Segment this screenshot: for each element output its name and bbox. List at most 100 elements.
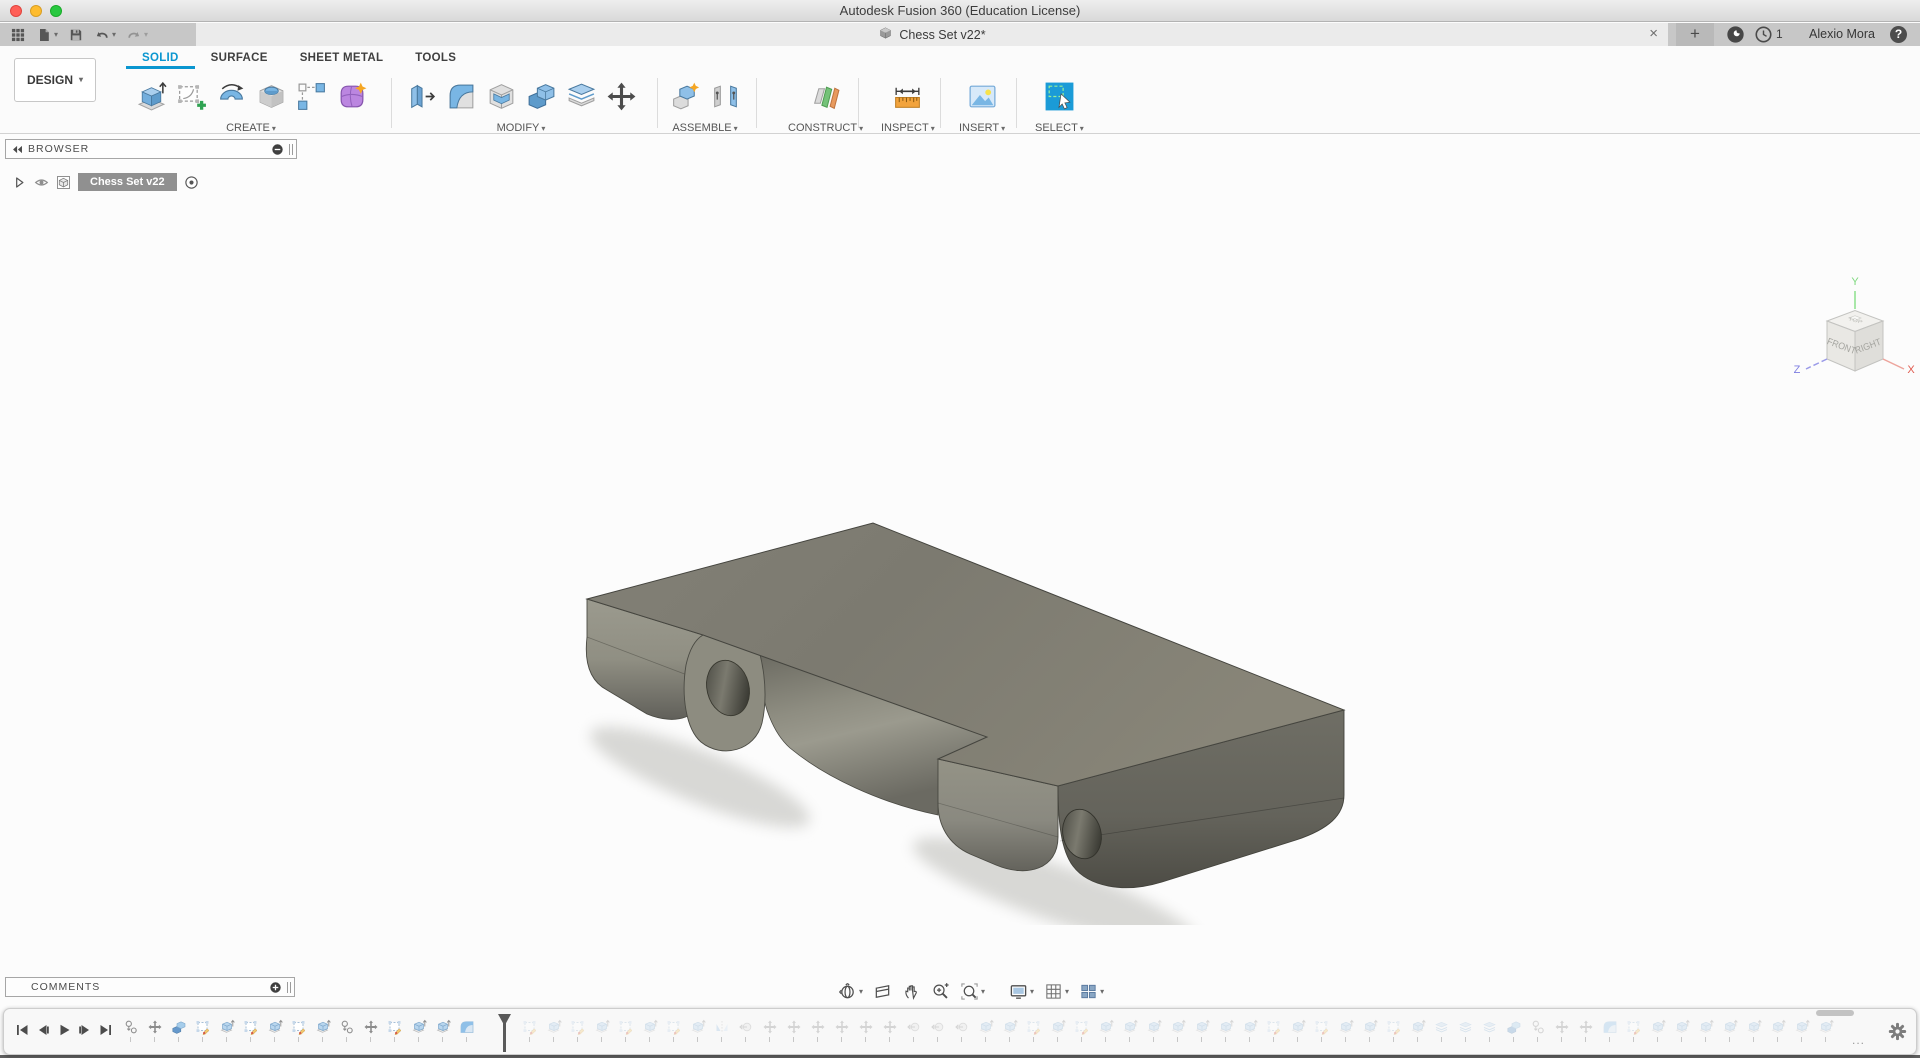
timeline-feature-joint-icon[interactable] bbox=[737, 1019, 754, 1042]
timeline-feature-fillet-icon[interactable] bbox=[458, 1019, 475, 1042]
visibility-eye-icon[interactable] bbox=[34, 175, 49, 190]
timeline-feature-extrude-icon[interactable] bbox=[1121, 1019, 1138, 1042]
browser-tree-item[interactable]: Chess Set v22 bbox=[12, 173, 199, 191]
timeline-feature-split-icon[interactable] bbox=[1433, 1019, 1450, 1042]
timeline-feature-extrude-icon[interactable] bbox=[1097, 1019, 1114, 1042]
skip-start-button[interactable] bbox=[14, 1022, 30, 1043]
construct-plane-button[interactable] bbox=[808, 76, 844, 116]
timeline-feature-extrude-icon[interactable] bbox=[314, 1019, 331, 1042]
dropdown-caret-icon[interactable]: ▾ bbox=[859, 987, 863, 996]
timeline-feature-move-icon[interactable] bbox=[1553, 1019, 1570, 1042]
selected-component-label[interactable]: Chess Set v22 bbox=[78, 173, 177, 191]
timeline-feature-combine-icon[interactable] bbox=[1505, 1019, 1522, 1042]
viewports-icon[interactable]: ▾ bbox=[1077, 980, 1106, 1003]
remove-panel-icon[interactable] bbox=[271, 143, 284, 156]
group-label-create[interactable]: CREATE ▾ bbox=[133, 122, 369, 134]
model-body[interactable] bbox=[550, 485, 1400, 925]
revolve-button[interactable] bbox=[213, 76, 249, 116]
group-label-select[interactable]: SELECT ▾ bbox=[1035, 122, 1084, 134]
dropdown-caret-icon[interactable]: ▾ bbox=[981, 987, 985, 996]
timeline-feature-extrude-icon[interactable] bbox=[1145, 1019, 1162, 1042]
pan-icon[interactable] bbox=[900, 980, 923, 1003]
timeline-feature-combine-icon[interactable] bbox=[170, 1019, 187, 1042]
timeline-feature-split-icon[interactable] bbox=[1457, 1019, 1474, 1042]
extensions-icon[interactable] bbox=[1726, 25, 1745, 44]
timeline-feature-sketch-icon[interactable] bbox=[386, 1019, 403, 1042]
timeline-feature-component-icon[interactable] bbox=[1529, 1019, 1546, 1042]
user-account-button[interactable]: Alexio Mora bbox=[1800, 23, 1884, 46]
timeline-feature-move-icon[interactable] bbox=[857, 1019, 874, 1042]
dropdown-caret-icon[interactable]: ▾ bbox=[54, 30, 58, 39]
dropdown-caret-icon[interactable]: ▾ bbox=[859, 124, 863, 133]
view-cube[interactable]: Y TOP FRONT RIGHT Z X bbox=[1772, 259, 1920, 389]
timeline-feature-extrude-icon[interactable] bbox=[1337, 1019, 1354, 1042]
workspace-tab-surface[interactable]: SURFACE bbox=[195, 48, 284, 69]
fit-icon[interactable]: ▾ bbox=[958, 980, 987, 1003]
timeline-feature-sketch-icon[interactable] bbox=[1073, 1019, 1090, 1042]
redo-button[interactable]: ▾ bbox=[122, 23, 152, 46]
timeline-feature-extrude-icon[interactable] bbox=[410, 1019, 427, 1042]
activate-component-radio-icon[interactable] bbox=[184, 175, 199, 190]
timeline-feature-sketch-icon[interactable] bbox=[617, 1019, 634, 1042]
timeline-feature-extrude-icon[interactable] bbox=[689, 1019, 706, 1042]
insert-image-button[interactable] bbox=[964, 76, 1000, 116]
timeline-feature-extrude-icon[interactable] bbox=[1697, 1019, 1714, 1042]
panel-drag-grip[interactable] bbox=[289, 143, 293, 155]
timeline-feature-sketch-icon[interactable] bbox=[1265, 1019, 1282, 1042]
timeline-feature-extrude-icon[interactable] bbox=[545, 1019, 562, 1042]
timeline-feature-extrude-icon[interactable] bbox=[1361, 1019, 1378, 1042]
new-tab-button[interactable]: + bbox=[1676, 23, 1714, 46]
look-at-icon[interactable] bbox=[871, 980, 894, 1003]
timeline-feature-extrude-icon[interactable] bbox=[1673, 1019, 1690, 1042]
timeline-feature-extrude-icon[interactable] bbox=[593, 1019, 610, 1042]
timeline-playhead[interactable] bbox=[498, 1014, 511, 1052]
timeline-feature-move-icon[interactable] bbox=[761, 1019, 778, 1042]
create-sketch-button[interactable] bbox=[173, 76, 209, 116]
workspace-tab-sheet-metal[interactable]: SHEET METAL bbox=[284, 48, 400, 69]
new-component-button[interactable] bbox=[667, 76, 703, 116]
viewport-canvas[interactable]: BROWSER Chess Set v22 Y TOP FRONT RIGHT … bbox=[0, 135, 1920, 1058]
pattern-button[interactable] bbox=[293, 76, 329, 116]
timeline-feature-move-icon[interactable] bbox=[362, 1019, 379, 1042]
extrude-button[interactable] bbox=[133, 76, 169, 116]
timeline-feature-extrude-icon[interactable] bbox=[1001, 1019, 1018, 1042]
timeline-feature-joint-icon[interactable] bbox=[929, 1019, 946, 1042]
timeline-feature-move-icon[interactable] bbox=[809, 1019, 826, 1042]
undo-button[interactable]: ▾ bbox=[90, 23, 120, 46]
timeline-feature-move-icon[interactable] bbox=[833, 1019, 850, 1042]
dropdown-caret-icon[interactable]: ▾ bbox=[144, 30, 148, 39]
timeline-feature-move-icon[interactable] bbox=[146, 1019, 163, 1042]
fillet-button[interactable] bbox=[443, 76, 479, 116]
dropdown-caret-icon[interactable]: ▾ bbox=[931, 124, 935, 133]
timeline-feature-extrude-icon[interactable] bbox=[1745, 1019, 1762, 1042]
group-label-insert[interactable]: INSERT ▾ bbox=[959, 122, 1005, 134]
step-forward-button[interactable] bbox=[77, 1022, 93, 1043]
timeline-feature-extrude-icon[interactable] bbox=[1049, 1019, 1066, 1042]
timeline-scrollbar-thumb[interactable] bbox=[1816, 1010, 1854, 1016]
timeline-feature-extrude-icon[interactable] bbox=[1169, 1019, 1186, 1042]
timeline-feature-extrude-icon[interactable] bbox=[977, 1019, 994, 1042]
document-tab[interactable]: Chess Set v22* × bbox=[196, 23, 1668, 46]
timeline-feature-component-icon[interactable] bbox=[338, 1019, 355, 1042]
timeline-feature-component-icon[interactable] bbox=[122, 1019, 139, 1042]
add-comment-icon[interactable] bbox=[269, 981, 282, 994]
shell-button[interactable] bbox=[483, 76, 519, 116]
press-pull-button[interactable] bbox=[403, 76, 439, 116]
timeline-feature-extrude-icon[interactable] bbox=[1817, 1019, 1834, 1042]
close-tab-icon[interactable]: × bbox=[1649, 23, 1658, 46]
timeline-feature-sketch-icon[interactable] bbox=[1313, 1019, 1330, 1042]
select-button[interactable] bbox=[1041, 76, 1077, 116]
dropdown-caret-icon[interactable]: ▾ bbox=[734, 124, 738, 133]
browser-panel-header[interactable]: BROWSER bbox=[5, 139, 297, 159]
timeline-feature-move-icon[interactable] bbox=[881, 1019, 898, 1042]
group-label-inspect[interactable]: INSPECT ▾ bbox=[881, 122, 935, 134]
dropdown-caret-icon[interactable]: ▾ bbox=[1100, 987, 1104, 996]
expand-triangle-icon[interactable] bbox=[12, 175, 27, 190]
help-button[interactable]: ? bbox=[1890, 26, 1907, 43]
grid-settings-icon[interactable]: ▾ bbox=[1042, 980, 1071, 1003]
comments-panel-header[interactable]: COMMENTS bbox=[5, 977, 295, 997]
timeline-feature-extrude-icon[interactable] bbox=[641, 1019, 658, 1042]
app-grid-button[interactable] bbox=[6, 23, 30, 46]
hole-button[interactable] bbox=[253, 76, 289, 116]
panel-drag-grip[interactable] bbox=[287, 981, 291, 993]
